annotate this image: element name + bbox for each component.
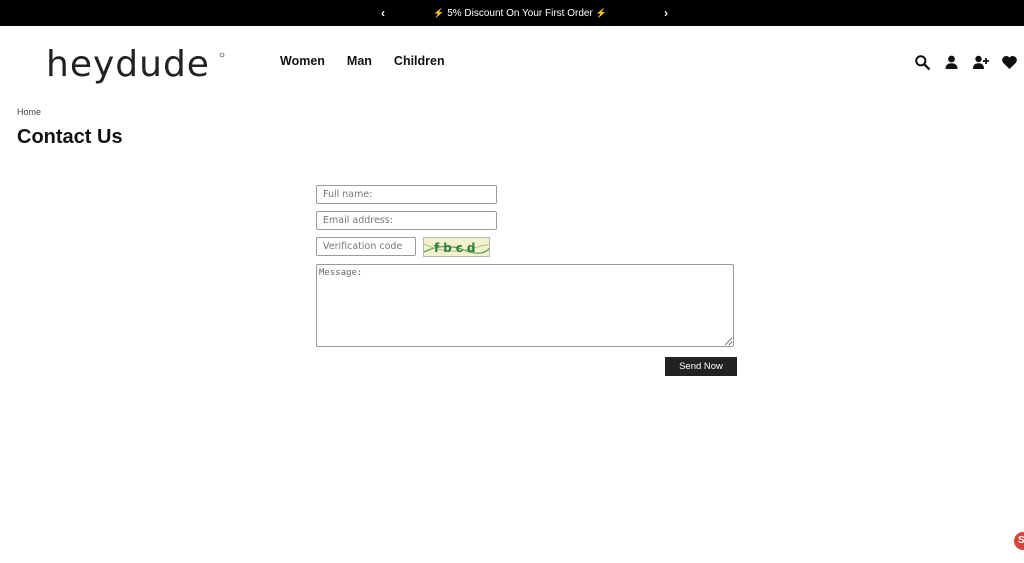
announcement-prev-arrow[interactable]: ‹	[375, 0, 391, 26]
search-icon[interactable]	[914, 54, 931, 71]
nav-item-children[interactable]: Children	[394, 54, 445, 68]
announcement-text: 5% Discount On Your First Order	[447, 8, 593, 19]
header-icons	[914, 54, 1018, 71]
bolt-icon: ⚡	[433, 8, 445, 18]
floating-chat-badge[interactable]: S	[1014, 532, 1024, 550]
full-name-input[interactable]	[316, 185, 497, 204]
heart-icon[interactable]	[1001, 54, 1018, 71]
message-textarea[interactable]	[316, 264, 734, 347]
svg-text:fbcd: fbcd	[434, 241, 480, 255]
announcement-next-arrow[interactable]: ›	[658, 0, 674, 26]
email-input[interactable]	[316, 211, 497, 230]
site-header: heydude Women Man Children	[0, 26, 1024, 98]
user-add-icon[interactable]	[972, 54, 989, 71]
nav-item-man[interactable]: Man	[347, 54, 372, 68]
svg-text:heydude: heydude	[46, 46, 210, 85]
brand-logo[interactable]: heydude	[46, 46, 226, 86]
page-title: Contact Us	[17, 126, 123, 148]
send-now-button[interactable]: Send Now	[665, 357, 737, 376]
user-icon[interactable]	[943, 54, 960, 71]
captcha-image[interactable]: fbcd	[423, 237, 490, 257]
bolt-icon: ⚡	[595, 8, 607, 18]
verification-code-input[interactable]	[316, 237, 416, 256]
announcement-message: ⚡ 5% Discount On Your First Order ⚡	[420, 0, 620, 26]
breadcrumb[interactable]: Home	[17, 107, 41, 117]
nav-item-women[interactable]: Women	[280, 54, 325, 68]
main-nav: Women Man Children	[280, 54, 445, 68]
announcement-bar: ‹ ⚡ 5% Discount On Your First Order ⚡ ›	[0, 0, 1024, 26]
